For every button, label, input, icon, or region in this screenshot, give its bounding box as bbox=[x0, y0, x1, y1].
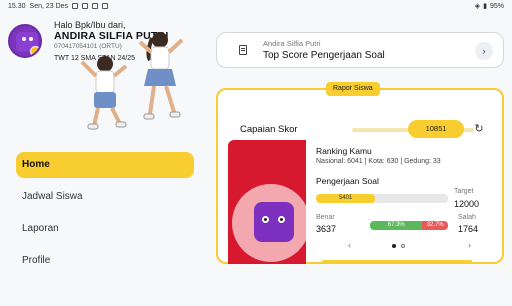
notification-icon bbox=[92, 3, 99, 9]
document-icon bbox=[239, 45, 247, 55]
pengerjaan-title: Pengerjaan Soal bbox=[316, 176, 379, 186]
target-value: 12000 bbox=[454, 199, 480, 209]
rapor-tag: Rapor Siswa bbox=[326, 82, 380, 96]
top-score-title: Top Score Pengerjaan Soal bbox=[263, 50, 385, 61]
salah-label: Salah bbox=[458, 214, 476, 221]
nav-item-laporan[interactable]: Laporan bbox=[16, 216, 194, 242]
wifi-icon: ◈ bbox=[474, 3, 481, 10]
jumping-kids-illustration bbox=[80, 32, 184, 130]
benar-pct: 67.3% bbox=[370, 221, 423, 230]
capaian-skor-value: 10851 bbox=[408, 120, 464, 138]
ranking-values: Nasional: 6041 | Kota: 630 | Gedung: 33 bbox=[316, 158, 441, 165]
carousel-dot[interactable] bbox=[401, 244, 405, 248]
benar-value: 3637 bbox=[316, 224, 337, 234]
pengerjaan-progress: 5401 bbox=[316, 194, 448, 203]
rapor-siswa-card: Rapor Siswa Capaian Skor 10851 ↻ Ranking… bbox=[216, 82, 504, 264]
nav-item-jadwal-siswa[interactable]: Jadwal Siswa bbox=[16, 184, 194, 210]
carousel-dot-active[interactable] bbox=[392, 244, 396, 248]
ranking-title: Ranking Kamu bbox=[316, 146, 372, 156]
benar-label: Benar bbox=[316, 214, 335, 221]
status-date: Sen, 23 Des bbox=[29, 2, 69, 10]
salah-pct: 32.7% bbox=[422, 221, 448, 230]
top-score-subtitle: Andira Silfia Putri bbox=[263, 39, 321, 48]
chevron-left-icon[interactable]: ‹ bbox=[348, 240, 351, 250]
notification-icon bbox=[102, 3, 109, 9]
battery-icon: ▮ bbox=[483, 3, 487, 10]
target-label: Target bbox=[454, 188, 474, 195]
chevron-right-icon[interactable]: › bbox=[468, 240, 471, 250]
avatar[interactable] bbox=[8, 24, 42, 58]
next-card-peek bbox=[322, 260, 472, 263]
nav-item-home[interactable]: Home bbox=[16, 152, 194, 178]
status-time: 15.30 bbox=[8, 2, 26, 10]
capaian-skor-label: Capaian Skor bbox=[240, 124, 298, 135]
nav-item-profile[interactable]: Profile bbox=[16, 248, 194, 274]
benar-salah-bar: 67.3% 32.7% bbox=[370, 221, 448, 230]
battery-level: 95% bbox=[489, 2, 504, 10]
chevron-right-icon[interactable]: › bbox=[475, 42, 493, 60]
notification-icon bbox=[72, 3, 79, 9]
refresh-icon[interactable]: ↻ bbox=[472, 122, 486, 136]
salah-value: 1764 bbox=[458, 224, 479, 234]
status-bar: 15.30 Sen, 23 Des ◈ ▮ 95% bbox=[0, 0, 512, 12]
mascot-image bbox=[254, 202, 294, 242]
notification-icon bbox=[82, 3, 89, 9]
switch-profile-icon[interactable] bbox=[30, 46, 40, 56]
pengerjaan-progress-fill: 5401 bbox=[316, 194, 376, 203]
sidebar-nav: Home Jadwal Siswa Laporan Profile bbox=[16, 152, 194, 280]
mascot-panel bbox=[228, 140, 306, 264]
top-score-card[interactable]: Andira Silfia Putri Top Score Pengerjaan… bbox=[216, 32, 504, 68]
